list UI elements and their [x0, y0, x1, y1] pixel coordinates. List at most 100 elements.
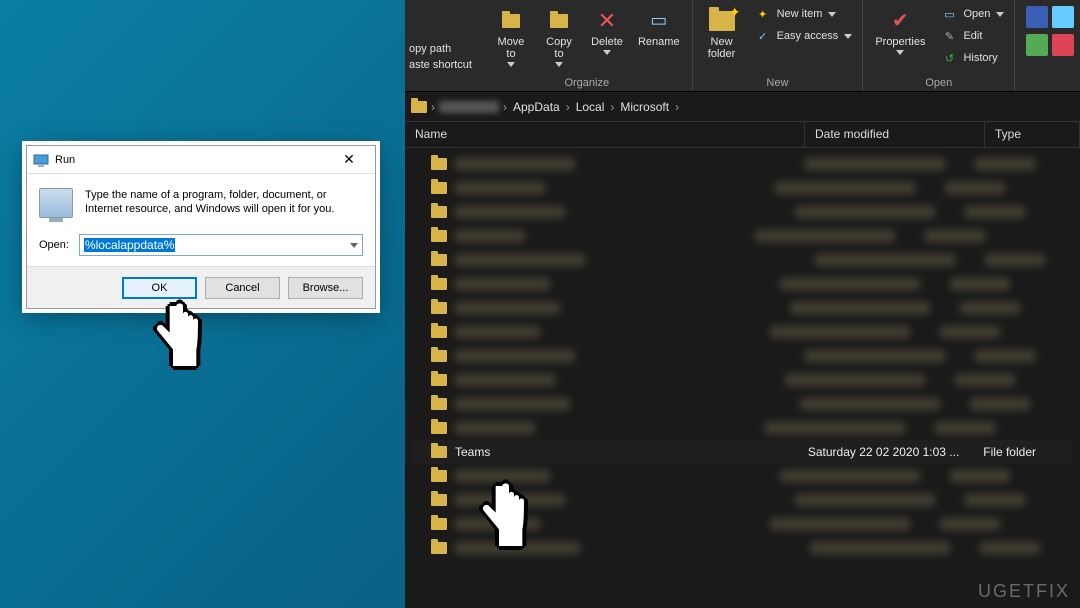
folder-icon [431, 446, 447, 458]
open-button[interactable]: ▭Open [937, 4, 1008, 24]
ribbon-group-new: ✦New folder ✦New item ✓Easy access New [693, 0, 864, 91]
address-bar[interactable]: › › AppData › Local › Microsoft › [405, 92, 1080, 122]
close-icon: ✕ [343, 151, 355, 168]
list-item[interactable] [413, 512, 1072, 536]
chevron-down-icon [828, 12, 836, 17]
run-title-text: Run [55, 154, 75, 166]
chevron-down-icon [844, 34, 852, 39]
list-item[interactable] [413, 392, 1072, 416]
folder-icon [431, 398, 447, 410]
file-date-label: Saturday 22 02 2020 1:03 ... [808, 445, 983, 459]
column-header-date[interactable]: Date modified [805, 122, 985, 147]
list-item[interactable] [413, 464, 1072, 488]
chevron-down-icon [996, 12, 1004, 17]
edit-button[interactable]: ✎Edit [937, 26, 1008, 46]
chevron-down-icon[interactable] [350, 243, 358, 248]
breadcrumb-separator: › [503, 100, 507, 114]
chevron-down-icon [896, 50, 904, 55]
copy-path-button[interactable]: opy path [409, 43, 472, 55]
chevron-down-icon [507, 62, 515, 67]
list-item[interactable] [413, 536, 1072, 560]
column-header-type[interactable]: Type [985, 122, 1080, 147]
folder-icon [502, 14, 520, 28]
ribbon-group-open: ✔Properties ▭Open ✎Edit ↺History Open [863, 0, 1015, 91]
column-header-name[interactable]: Name [405, 122, 805, 147]
cancel-button[interactable]: Cancel [205, 277, 280, 299]
breadcrumb-separator: › [431, 100, 435, 114]
watermark: UGETFIX [978, 581, 1070, 602]
new-item-button[interactable]: ✦New item [751, 4, 857, 24]
open-icon: ▭ [944, 8, 954, 21]
browse-button[interactable]: Browse... [288, 277, 363, 299]
list-item[interactable] [413, 416, 1072, 440]
rename-button[interactable]: ▭Rename [632, 4, 686, 52]
list-item[interactable] [413, 344, 1072, 368]
breadcrumb-separator: › [566, 100, 570, 114]
folder-icon [431, 158, 447, 170]
new-label: New [766, 77, 788, 89]
monitor-icon [39, 188, 73, 218]
folder-icon [550, 14, 568, 28]
copy-to-button[interactable]: Copy to [536, 4, 582, 71]
file-type-label: File folder [983, 445, 1072, 459]
properties-button[interactable]: ✔Properties [869, 4, 931, 59]
ribbon: opy path aste shortcut Move to Copy to ✕… [405, 0, 1080, 92]
organize-label: Organize [564, 77, 609, 89]
paste-shortcut-button[interactable]: aste shortcut [409, 59, 472, 71]
list-item-teams[interactable]: Teams Saturday 22 02 2020 1:03 ... File … [413, 440, 1072, 464]
rename-icon: ▭ [650, 11, 667, 31]
column-headers: Name Date modified Type [405, 122, 1080, 148]
folder-icon [431, 278, 447, 290]
history-icon: ↺ [945, 52, 954, 65]
folder-icon [431, 470, 447, 482]
close-button[interactable]: ✕ [329, 148, 369, 172]
list-item[interactable] [413, 272, 1072, 296]
folder-icon [431, 254, 447, 266]
list-item[interactable] [413, 176, 1072, 200]
folder-icon [431, 326, 447, 338]
breadcrumb-microsoft[interactable]: Microsoft [618, 100, 671, 114]
folder-icon [431, 350, 447, 362]
file-explorer-window: opy path aste shortcut Move to Copy to ✕… [405, 0, 1080, 608]
delete-button[interactable]: ✕Delete [584, 4, 630, 59]
folder-icon [411, 101, 427, 113]
new-folder-button[interactable]: ✦New folder [699, 4, 745, 64]
chevron-down-icon [555, 62, 563, 67]
list-item[interactable] [413, 152, 1072, 176]
breadcrumb-appdata[interactable]: AppData [511, 100, 562, 114]
list-item[interactable] [413, 488, 1072, 512]
chevron-down-icon [603, 50, 611, 55]
folder-icon [431, 302, 447, 314]
breadcrumb-local[interactable]: Local [574, 100, 607, 114]
run-description: Type the name of a program, folder, docu… [85, 188, 363, 217]
list-item[interactable] [413, 224, 1072, 248]
list-item[interactable] [413, 296, 1072, 320]
file-list[interactable]: Teams Saturday 22 02 2020 1:03 ... File … [405, 148, 1080, 564]
run-input-value: %localappdata% [84, 238, 175, 252]
folder-icon [431, 230, 447, 242]
easy-access-button[interactable]: ✓Easy access [751, 26, 857, 46]
run-input[interactable]: %localappdata% [79, 234, 363, 256]
folder-icon: ✦ [709, 11, 735, 31]
widget-tile[interactable] [1026, 6, 1048, 28]
run-dialog: Run ✕ Type the name of a program, folder… [26, 145, 376, 309]
open-group-label: Open [925, 77, 952, 89]
widget-tile[interactable] [1052, 34, 1074, 56]
list-item[interactable] [413, 320, 1072, 344]
ok-button[interactable]: OK [122, 277, 197, 299]
list-item[interactable] [413, 200, 1072, 224]
delete-icon: ✕ [598, 9, 616, 33]
widget-tile[interactable] [1052, 6, 1074, 28]
breadcrumb-blurred[interactable] [439, 101, 499, 113]
run-icon [33, 152, 49, 168]
move-to-button[interactable]: Move to [488, 4, 534, 71]
ribbon-group-organize: Move to Copy to ✕Delete ▭Rename Organize [482, 0, 693, 91]
folder-icon [431, 542, 447, 554]
list-item[interactable] [413, 368, 1072, 392]
widget-tile[interactable] [1026, 34, 1048, 56]
list-item[interactable] [413, 248, 1072, 272]
history-button[interactable]: ↺History [937, 48, 1008, 68]
breadcrumb-separator: › [675, 100, 679, 114]
run-titlebar[interactable]: Run ✕ [27, 146, 375, 174]
sparkle-icon: ✦ [758, 8, 767, 21]
